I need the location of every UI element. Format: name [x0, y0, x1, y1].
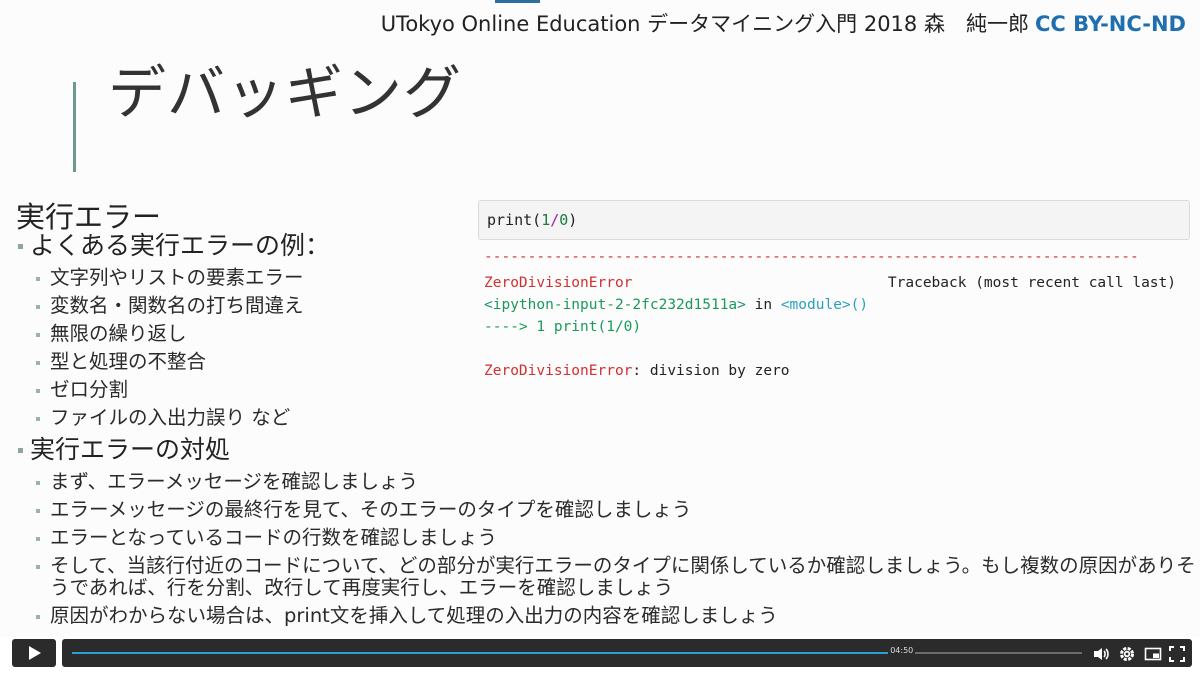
code-fn: print( [487, 211, 542, 229]
list-item: ファイルの入出力誤り など [16, 404, 1196, 432]
code-number: 0 [559, 211, 569, 229]
settings-icon[interactable] [1118, 645, 1136, 663]
code-number: 1 [541, 211, 551, 229]
code-cell: print(1/0) [478, 200, 1190, 240]
group-heading-handling: 実行エラーの対処 [16, 432, 1196, 468]
in-word: in [745, 297, 781, 313]
volume-icon[interactable] [1092, 645, 1110, 663]
code-close: ) [568, 211, 578, 229]
module-paren: () [850, 297, 869, 313]
list-item: そして、当該行付近のコードについて、どの部分が実行エラーのタイプに関係しているか… [16, 552, 1196, 602]
input-ref: <ipython-input-2-2fc232d1511a> [484, 297, 746, 313]
slide: UTokyo Online Education データマイニング入門 2018 … [0, 0, 1200, 637]
error-output: ----------------------------------------… [484, 250, 1190, 382]
course-header: UTokyo Online Education データマイニング入門 2018 … [381, 8, 1186, 38]
title-accent-bar [73, 82, 76, 172]
list-item: エラーとなっているコードの行数を確認しましょう [16, 524, 1196, 552]
course-label: UTokyo Online Education データマイニング入門 2018 … [380, 12, 1029, 36]
progress-fill [72, 652, 901, 654]
error-name: ZeroDivisionError [484, 275, 633, 291]
final-error-name: ZeroDivisionError [484, 363, 633, 379]
pip-icon[interactable] [1144, 645, 1162, 663]
top-accent-line [495, 0, 540, 3]
list-item: まず、エラーメッセージを確認しましょう [16, 468, 1196, 496]
arrow-line: ----> 1 print(1/0) [484, 319, 642, 335]
module-ref: <module> [780, 297, 851, 313]
separator-dashes: ----------------------------------------… [484, 250, 1139, 264]
license-label: CC BY-NC-ND [1034, 12, 1186, 36]
fullscreen-icon[interactable] [1168, 645, 1186, 663]
progress-track[interactable]: 04:50 [72, 646, 1082, 655]
final-error-message: : division by zero [632, 363, 790, 379]
time-tooltip: 04:50 [888, 646, 916, 655]
traceback-label: Traceback (most recent call last) [887, 275, 1176, 291]
code-operator: / [550, 211, 560, 229]
list-item: エラーメッセージの最終行を見て、そのエラーのタイプを確認しましょう [16, 496, 1196, 524]
slide-title: デバッギング [108, 59, 463, 127]
list-item: 原因がわからない場合は、print文を挿入して処理の入出力の内容を確認しましょう [16, 602, 1196, 630]
video-player-controls: 04:50 [0, 637, 1200, 677]
play-button[interactable] [12, 639, 56, 667]
control-bar: 04:50 [62, 639, 1192, 667]
